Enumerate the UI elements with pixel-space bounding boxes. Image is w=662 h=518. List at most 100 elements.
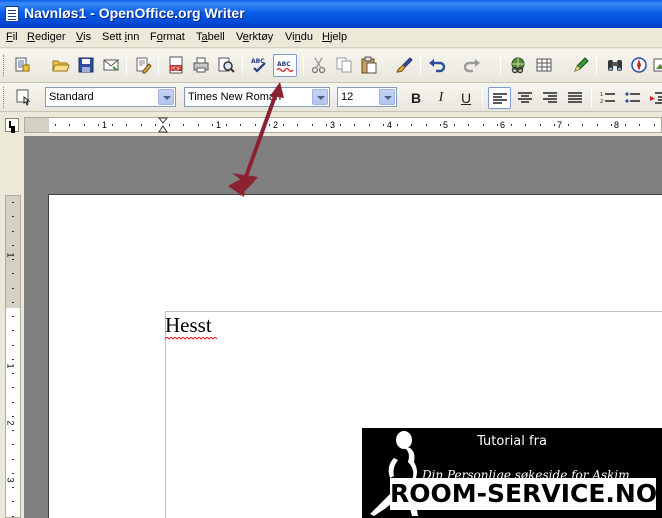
edit-file-button[interactable] xyxy=(133,55,153,75)
vertical-ruler-bar: 1 1 2 3 xyxy=(0,136,24,518)
new-document-icon xyxy=(15,57,30,72)
decrease-indent-button[interactable] xyxy=(648,88,662,108)
undo-button[interactable] xyxy=(427,55,447,75)
hyperlink-globe-icon xyxy=(511,57,525,74)
ruler-tick xyxy=(325,124,327,126)
find-replace-button[interactable] xyxy=(605,55,625,75)
ruler-number: 5 xyxy=(443,120,449,130)
hyperlink-button[interactable] xyxy=(508,55,528,75)
ruler-number: 2 xyxy=(5,420,16,426)
underline-button[interactable]: U xyxy=(456,88,476,108)
ruler-number: 6 xyxy=(500,120,506,130)
vertical-ruler[interactable]: 1 1 2 3 xyxy=(5,195,21,518)
toolbar-grip[interactable] xyxy=(3,55,6,77)
justify-icon xyxy=(568,92,582,103)
align-right-button[interactable] xyxy=(540,88,560,108)
ruler-tick xyxy=(12,273,14,275)
writer-app-icon[interactable] xyxy=(5,6,19,22)
numbering-button[interactable]: 12 xyxy=(598,88,618,108)
align-left-button[interactable] xyxy=(488,87,511,109)
ruler-tick xyxy=(12,501,14,503)
menu-sett-inn[interactable]: Sett inn xyxy=(102,31,139,43)
bold-icon: B xyxy=(410,90,422,106)
ruler-tick xyxy=(183,124,185,126)
binoculars-icon xyxy=(608,60,622,71)
new-document-button[interactable] xyxy=(12,55,32,75)
gallery-button[interactable] xyxy=(652,55,662,75)
title-bar: Navnløs1 - OpenOffice.org Writer xyxy=(0,0,662,28)
menu-rediger[interactable]: Rediger xyxy=(27,31,66,43)
styles-formatting-button[interactable] xyxy=(14,87,34,107)
ruler-number: 2 xyxy=(273,120,279,130)
justify-button[interactable] xyxy=(565,88,585,108)
table-button[interactable] xyxy=(534,55,554,75)
ruler-tick xyxy=(496,124,498,126)
font-name-select[interactable]: Times New Roman xyxy=(184,87,330,107)
bold-button[interactable]: B xyxy=(406,88,426,108)
pencil-icon xyxy=(574,57,589,72)
table-grid-icon xyxy=(536,58,552,72)
autospellcheck-icon: ABC xyxy=(276,61,294,73)
print-button[interactable] xyxy=(191,55,211,75)
ruler-number: 3 xyxy=(5,477,16,483)
menu-vis[interactable]: Vis xyxy=(76,31,91,43)
paste-button[interactable] xyxy=(359,55,379,75)
clone-formatting-button[interactable] xyxy=(395,55,415,75)
standard-toolbar: PDF ABC ABC xyxy=(0,49,662,116)
italic-button[interactable]: I xyxy=(431,88,451,108)
spellcheck-button[interactable]: ABC xyxy=(249,55,269,75)
ruler-tick xyxy=(12,330,14,332)
save-disk-icon xyxy=(78,57,94,73)
menu-format[interactable]: Format xyxy=(150,31,185,43)
redo-button[interactable] xyxy=(462,55,482,75)
document-text[interactable]: Hesst xyxy=(165,313,212,338)
ruler-tick xyxy=(582,124,584,126)
tutorial-banner: Tutorial fra Din Personlige søkeside for… xyxy=(362,428,662,518)
ruler-tick xyxy=(268,124,270,126)
copy-button[interactable] xyxy=(334,55,354,75)
show-draw-functions-button[interactable] xyxy=(571,55,591,75)
page-preview-button[interactable] xyxy=(216,55,236,75)
toolbar-grip[interactable] xyxy=(3,87,6,108)
export-pdf-button[interactable]: PDF xyxy=(166,55,186,75)
toolbar-separator xyxy=(242,56,243,76)
ruler-tick xyxy=(12,301,14,303)
navigator-button[interactable] xyxy=(629,55,649,75)
ruler-tick xyxy=(311,124,313,126)
chevron-down-icon[interactable] xyxy=(379,89,395,105)
menu-vindu[interactable]: Vindu xyxy=(285,31,313,43)
menu-verktoy[interactable]: Verktøy xyxy=(236,31,273,43)
ruler-tick xyxy=(197,124,199,126)
paragraph-style-select[interactable]: Standard xyxy=(45,87,176,107)
align-center-button[interactable] xyxy=(515,88,535,108)
ruler-tick xyxy=(126,124,128,126)
bullet-list-icon xyxy=(625,92,640,103)
cut-button[interactable] xyxy=(309,55,329,75)
ruler-tick xyxy=(368,124,370,126)
ruler-tick xyxy=(12,216,14,218)
menu-fil[interactable]: Fil xyxy=(6,31,18,43)
indent-marker-icon[interactable] xyxy=(158,117,168,133)
font-size-select[interactable]: 12 xyxy=(337,87,397,107)
tab-stop-type-button[interactable] xyxy=(5,118,19,132)
bullets-button[interactable] xyxy=(623,88,643,108)
ruler-tick xyxy=(653,124,655,126)
chevron-down-icon[interactable] xyxy=(312,89,328,105)
horizontal-ruler[interactable]: 1 1 2 3 4 5 6 7 8 xyxy=(24,117,662,133)
open-button[interactable] xyxy=(51,55,71,75)
ruler-tick xyxy=(55,124,56,126)
chevron-down-icon[interactable] xyxy=(158,89,174,105)
gallery-icon xyxy=(653,58,662,72)
ruler-tick xyxy=(140,124,142,126)
email-button[interactable] xyxy=(101,55,121,75)
ruler-tick xyxy=(12,401,14,403)
ruler-tick xyxy=(12,430,14,431)
ruler-tick xyxy=(553,124,555,126)
ruler-tick xyxy=(297,124,299,126)
save-button[interactable] xyxy=(76,55,96,75)
undo-arrow-icon xyxy=(429,59,446,73)
ruler-tick xyxy=(12,244,14,246)
autospellcheck-button[interactable]: ABC xyxy=(273,54,297,77)
menu-tabell[interactable]: Tabell xyxy=(196,31,225,43)
menu-hjelp[interactable]: Hjelp xyxy=(322,31,347,43)
